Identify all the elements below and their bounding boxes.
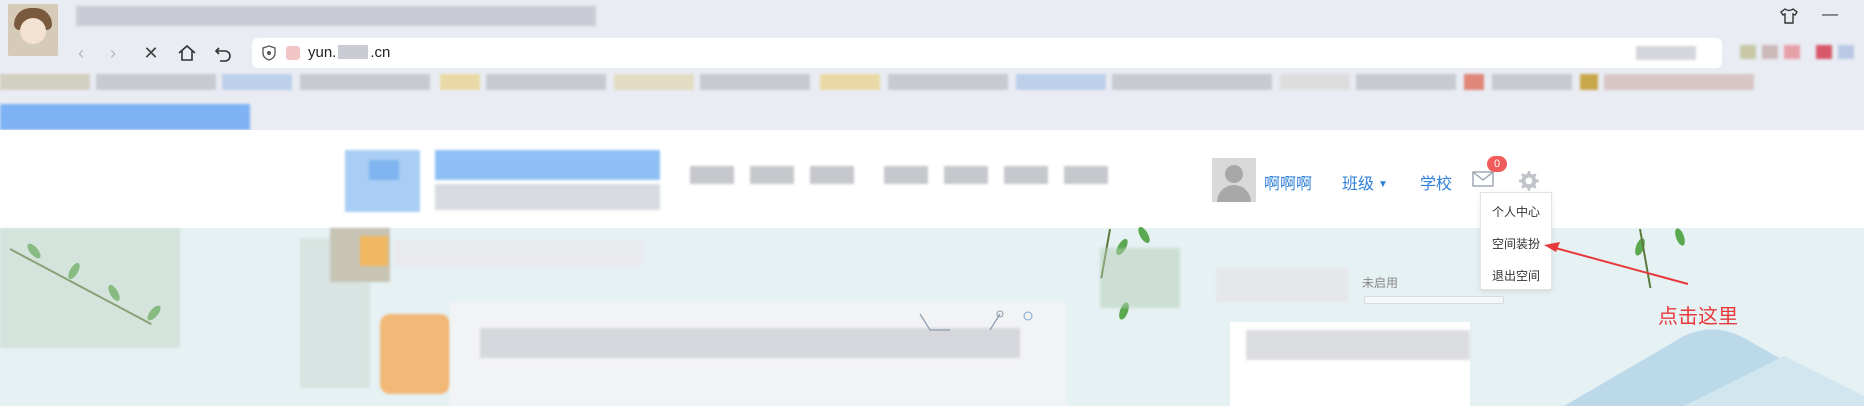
profile-avatar[interactable] xyxy=(8,4,58,56)
mountain-decoration xyxy=(1564,329,1864,406)
nav-link-blurred[interactable] xyxy=(750,166,794,184)
bookmarks-bar[interactable] xyxy=(0,74,1864,92)
nav-link-blurred[interactable] xyxy=(1064,166,1108,184)
school-link[interactable]: 学校 xyxy=(1420,170,1452,194)
extension-icon[interactable] xyxy=(1838,45,1854,59)
site-logo[interactable] xyxy=(345,150,660,212)
undo-icon[interactable] xyxy=(210,40,236,66)
nav-link-blurred[interactable] xyxy=(884,166,928,184)
tab-bar: — xyxy=(0,0,1864,56)
address-bar[interactable]: yun. .cn xyxy=(252,38,1722,68)
nav-link-blurred[interactable] xyxy=(1004,166,1048,184)
chart-doodle xyxy=(900,308,1060,348)
extension-icon[interactable] xyxy=(1816,45,1832,59)
minimize-icon[interactable]: — xyxy=(1822,6,1838,24)
menu-item-space-decoration[interactable]: 空间装扮 xyxy=(1481,235,1551,252)
annotation-text: 点击这里 xyxy=(1658,304,1738,328)
site-header: 啊啊啊 班级 ▼ 学校 0 xyxy=(0,130,1864,228)
extension-icon[interactable] xyxy=(1740,45,1756,59)
extension-icon[interactable] xyxy=(1762,45,1778,59)
mail-icon[interactable] xyxy=(1472,170,1494,188)
page-background: 未启用 点击这里 xyxy=(0,225,1864,406)
class-menu-label: 班级 xyxy=(1342,176,1375,193)
widget-status: 未启用 xyxy=(1362,276,1399,290)
menu-item-personal-center[interactable]: 个人中心 xyxy=(1481,203,1551,220)
user-name-link[interactable]: 啊啊啊 xyxy=(1264,170,1312,194)
settings-dropdown: 个人中心 空间装扮 退出空间 xyxy=(1480,192,1552,290)
stop-icon[interactable]: ✕ xyxy=(138,40,164,66)
user-avatar[interactable] xyxy=(1212,158,1256,202)
url-text: yun. .cn xyxy=(308,44,391,61)
gear-icon[interactable] xyxy=(1516,168,1540,192)
profile-name-blurred xyxy=(394,240,644,266)
nav-link-blurred[interactable] xyxy=(810,166,854,184)
browser-chrome: — ‹ › ✕ yun. .cn xyxy=(0,0,1864,130)
nav-link-blurred[interactable] xyxy=(690,166,734,184)
site-icon xyxy=(286,46,300,60)
widget-icon-blurred xyxy=(1216,268,1348,302)
caret-down-icon: ▼ xyxy=(1378,179,1388,190)
back-icon[interactable]: ‹ xyxy=(68,40,94,66)
tab-title-blurred[interactable] xyxy=(76,6,596,26)
widget-status-bar xyxy=(1364,296,1504,304)
illustration-blurred xyxy=(380,314,450,394)
menu-item-exit-space[interactable]: 退出空间 xyxy=(1481,267,1551,284)
extension-icon[interactable] xyxy=(1784,45,1800,59)
shirt-icon[interactable] xyxy=(1780,8,1798,29)
widget-content-blurred xyxy=(1246,330,1470,360)
nav-link-blurred[interactable] xyxy=(944,166,988,184)
address-bar-extra-blurred xyxy=(1636,46,1696,60)
shield-icon[interactable] xyxy=(262,45,276,61)
tab-strip-blurred xyxy=(0,104,250,130)
profile-avatar-small xyxy=(360,236,388,266)
class-menu[interactable]: 班级 ▼ xyxy=(1342,170,1388,194)
forward-icon[interactable]: › xyxy=(100,40,126,66)
message-count-badge: 0 xyxy=(1487,156,1507,172)
home-icon[interactable] xyxy=(174,40,200,66)
